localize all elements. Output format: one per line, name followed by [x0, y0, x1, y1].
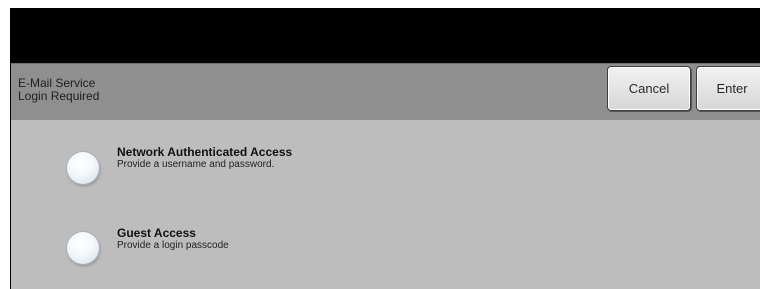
cancel-button[interactable]: Cancel: [607, 66, 691, 111]
enter-button[interactable]: Enter: [696, 66, 760, 111]
option-guest-access[interactable]: Guest Access Provide a login passcode: [11, 225, 511, 269]
option-title: Guest Access: [117, 226, 196, 240]
option-text: Guest Access Provide a login passcode: [117, 226, 229, 252]
option-title: Network Authenticated Access: [117, 145, 293, 159]
option-network-authenticated-access[interactable]: Network Authenticated Access Provide a u…: [11, 144, 511, 188]
device-screen: E-Mail Service Login Required Cancel Ent…: [10, 8, 760, 289]
option-text: Network Authenticated Access Provide a u…: [117, 145, 293, 171]
options-panel: Network Authenticated Access Provide a u…: [11, 120, 760, 289]
header-title: E-Mail Service Login Required: [18, 77, 99, 103]
option-description: Provide a login passcode: [117, 240, 229, 251]
login-required-label: Login Required: [18, 89, 100, 103]
header-bar: E-Mail Service Login Required Cancel Ent…: [11, 63, 760, 121]
radio-button[interactable]: [67, 232, 99, 264]
option-description: Provide a username and password.: [117, 159, 275, 170]
radio-button[interactable]: [67, 152, 99, 184]
top-black-bar: [11, 9, 760, 63]
